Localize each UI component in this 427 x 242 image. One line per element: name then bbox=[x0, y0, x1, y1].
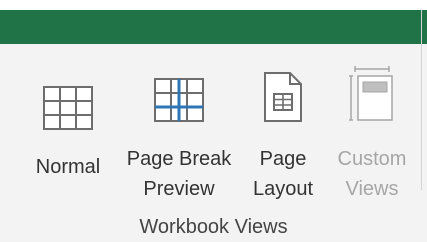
page-break-preview-icon bbox=[154, 64, 204, 122]
normal-view-label: Normal bbox=[35, 156, 101, 178]
page-break-preview-label: Page Break Preview bbox=[126, 148, 232, 200]
ribbon-group-workbook-views: Normal Page Break Preview Page Layout Cu… bbox=[0, 44, 427, 242]
custom-views-button[interactable]: Custom Views bbox=[326, 44, 418, 204]
custom-views-icon bbox=[349, 64, 395, 122]
custom-views-label: Custom Views bbox=[337, 148, 407, 200]
group-label: Workbook Views bbox=[139, 216, 288, 238]
page-layout-label: Page Layout bbox=[252, 148, 314, 200]
group-divider bbox=[421, 10, 422, 190]
normal-view-button[interactable]: Normal bbox=[28, 44, 108, 204]
title-bar bbox=[0, 10, 427, 44]
page-layout-button[interactable]: Page Layout bbox=[244, 44, 322, 204]
top-strip bbox=[0, 0, 427, 10]
page-layout-icon bbox=[264, 64, 302, 122]
normal-view-icon bbox=[43, 64, 93, 130]
page-break-preview-button[interactable]: Page Break Preview bbox=[118, 44, 240, 204]
